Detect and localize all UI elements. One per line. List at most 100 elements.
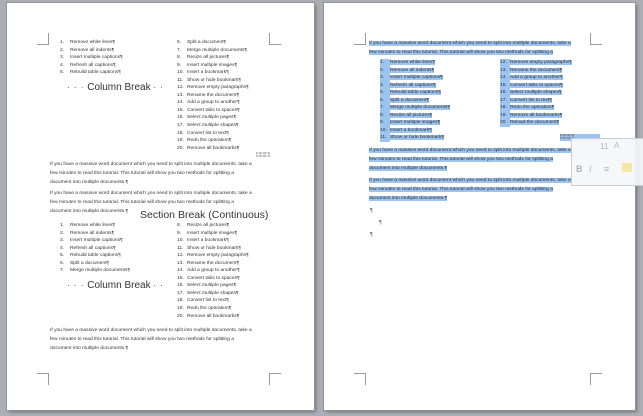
list-item[interactable]: 19. Redo the operation¶ bbox=[177, 305, 249, 313]
list-item[interactable]: 15. Convert tabs to spaces¶ bbox=[500, 81, 572, 90]
list-item[interactable]: 20. Reload the document¶ bbox=[500, 119, 572, 127]
list-item-text: Convert tabs to spaces¶ bbox=[187, 107, 240, 113]
list-number: 15. bbox=[500, 81, 510, 90]
list-item[interactable]: 1. Remove white lines¶ bbox=[60, 222, 130, 230]
align-center-icon[interactable]: ≡ bbox=[604, 164, 609, 174]
list-item[interactable]: 6. Split a document¶ bbox=[177, 39, 249, 47]
list-item[interactable]: 13. Rename the document¶ bbox=[177, 92, 249, 100]
list-item[interactable]: 5. Rebuild table captions¶ bbox=[60, 252, 130, 260]
list-item[interactable]: 20. Remove all bookmarks¶ bbox=[177, 145, 249, 153]
list-item[interactable]: 17. Convert list to text¶ bbox=[500, 96, 572, 105]
paragraph-mark[interactable]: ¶ bbox=[379, 220, 382, 226]
list-item[interactable]: 6. Split a document¶ bbox=[380, 96, 450, 105]
list-item[interactable]: 14. Add a group to another¶ bbox=[177, 99, 249, 107]
list-item[interactable]: 19. Remove all bookmarks¶ bbox=[500, 111, 572, 120]
list-number: 3. bbox=[380, 74, 390, 82]
list-column: 1. Remove white lines¶ 2. Remove all indent… bbox=[380, 59, 450, 143]
list-item-text: Add a group to another¶ bbox=[187, 100, 240, 106]
list-item[interactable]: 20. Remove all bookmarks¶ bbox=[177, 313, 249, 321]
list-item[interactable]: 5. Rebuild table captions¶ bbox=[60, 69, 123, 77]
list-item[interactable]: 2. Remove all indents¶ bbox=[380, 66, 450, 75]
list-item[interactable]: 12. Remove empty paragraphs¶ bbox=[177, 84, 249, 92]
list-item[interactable]: 13. Rename the document¶ bbox=[177, 260, 249, 268]
list-item[interactable]: 8. Resize all pictures¶ bbox=[177, 54, 249, 62]
list-item[interactable]: 17. Select multiple shapes¶ bbox=[177, 122, 249, 130]
list-item[interactable]: 11. Show or hide bookmark¶ bbox=[177, 77, 249, 85]
list-item[interactable]: 17. Select multiple shapes¶ bbox=[177, 290, 249, 298]
list-item[interactable]: 2. Remove all indents¶ bbox=[60, 47, 123, 55]
list-item[interactable]: 9. Insert multiple images¶ bbox=[380, 119, 450, 127]
body-paragraph[interactable]: If you have a massive word document whic… bbox=[50, 160, 252, 188]
list-item[interactable]: 16. Select multiple pages¶ bbox=[177, 114, 249, 122]
list-number: 5. bbox=[380, 89, 390, 97]
paragraph-mark[interactable]: ¶ bbox=[370, 232, 373, 238]
list-item[interactable]: 10. Insert a bookmark¶ bbox=[380, 126, 450, 135]
list-item[interactable]: 18. Redo the operation¶ bbox=[500, 104, 572, 112]
list-item[interactable]: 6. Split a document¶ bbox=[60, 260, 130, 268]
selected-paragraph[interactable]: If you have a massive word document whic… bbox=[369, 146, 571, 174]
list-item[interactable]: 9. Insert multiple images¶ bbox=[177, 230, 249, 238]
list-item[interactable]: 14. Add a group to another¶ bbox=[500, 74, 572, 82]
crop-mark-top-right bbox=[269, 33, 281, 45]
list-item-text: Insert multiple images¶ bbox=[187, 62, 238, 68]
list-item[interactable]: 13. Rename the document¶ bbox=[500, 66, 572, 75]
document-page-1[interactable]: 1. Remove white lines¶ 2. Remove all indent… bbox=[7, 3, 314, 410]
list-item[interactable]: 8. Resize all pictures¶ bbox=[380, 111, 450, 120]
list-item[interactable]: 4. Refresh all captions¶ bbox=[60, 245, 130, 253]
list-number: 16. bbox=[177, 283, 184, 289]
list-item[interactable]: 18. Convert list to text¶ bbox=[177, 130, 249, 138]
list-item[interactable]: 1. Remove white lines¶ bbox=[60, 39, 123, 47]
list-number: 6. bbox=[177, 40, 182, 45]
list-item[interactable]: 16. Select multiple shapes¶ bbox=[500, 89, 572, 97]
list-item[interactable]: 5. Rebuild table captions¶ bbox=[380, 89, 450, 97]
selected-paragraph[interactable]: If you have a massive word document whic… bbox=[369, 39, 571, 57]
list-item[interactable]: 14. Add a group to another¶ bbox=[177, 267, 249, 275]
grow-font-icon[interactable]: A bbox=[614, 141, 619, 150]
list-item[interactable]: 10. Insert a bookmark¶ bbox=[177, 69, 249, 77]
list-item-text: Remove white lines¶ bbox=[390, 60, 436, 65]
list-item[interactable]: 8. Resize all pictures¶ bbox=[177, 222, 249, 230]
list-item[interactable]: 7. Merge multiple documents¶ bbox=[177, 47, 249, 55]
list-item-text: Convert tabs to spaces¶ bbox=[510, 82, 563, 88]
list-item-text: Merge multiple documents¶ bbox=[390, 105, 450, 111]
highlight-color-icon[interactable] bbox=[622, 163, 632, 172]
list-item[interactable]: 15. Convert tabs to spaces¶ bbox=[177, 275, 249, 283]
list-item[interactable]: 18. Convert list to text¶ bbox=[177, 297, 249, 305]
list-item[interactable]: 2. Remove all indents¶ bbox=[60, 230, 130, 238]
list-item[interactable]: 3. Insert multiple captions¶ bbox=[380, 74, 450, 82]
list-item[interactable]: 16. Select multiple pages¶ bbox=[177, 282, 249, 290]
italic-icon[interactable]: I bbox=[589, 164, 592, 174]
list-item[interactable]: 7. Merge multiple documents¶ bbox=[60, 267, 130, 275]
list-item[interactable]: 15. Convert tabs to spaces¶ bbox=[177, 107, 249, 115]
list-item[interactable]: 11. Show or hide bookmark¶ bbox=[177, 245, 249, 253]
list-item-text: Merge multiple documents¶ bbox=[70, 268, 130, 274]
list-item[interactable]: 1. Remove white lines¶ bbox=[380, 59, 450, 67]
column-break-label: Column Break bbox=[87, 82, 151, 93]
font-size-box[interactable]: 11 bbox=[600, 142, 608, 151]
list-item[interactable]: 19. Redo the operation¶ bbox=[177, 137, 249, 145]
document-page-2[interactable]: If you have a massive word document whic… bbox=[324, 3, 635, 410]
mini-formatting-toolbar[interactable]: 11 A B I ≡ bbox=[571, 138, 643, 186]
list-item[interactable]: 4. Refresh all captions¶ bbox=[380, 81, 450, 90]
list-item[interactable]: 9. Insert multiple images¶ bbox=[177, 62, 249, 70]
list-number: 4. bbox=[60, 245, 65, 251]
bold-icon[interactable]: B bbox=[576, 164, 583, 174]
paragraph-line: few minutes to read this tutorial. This … bbox=[50, 171, 234, 177]
list-item-text: Split a document¶ bbox=[390, 97, 430, 103]
list-number: 17. bbox=[500, 96, 510, 105]
body-paragraph[interactable]: If you have a massive word document whic… bbox=[50, 326, 252, 354]
list-item[interactable]: 10. Insert a bookmark¶ bbox=[177, 237, 249, 245]
list-number: 1. bbox=[60, 223, 65, 228]
list-item[interactable]: 7. Merge multiple documents¶ bbox=[380, 104, 450, 112]
selected-paragraph[interactable]: If you have a massive word document whic… bbox=[369, 176, 571, 204]
list-number: 7. bbox=[380, 104, 390, 112]
list-item[interactable]: 3. Insert multiple captions¶ bbox=[60, 54, 123, 62]
list-item[interactable]: 4. Refresh all captions¶ bbox=[60, 62, 123, 70]
list-item[interactable]: 3. Insert multiple captions¶ bbox=[60, 237, 130, 245]
list-item[interactable]: 12. Remove empty paragraphs¶ bbox=[500, 59, 572, 67]
paragraph-mark[interactable]: ¶ bbox=[370, 208, 373, 214]
list-item-text: Remove all bookmarks¶ bbox=[510, 112, 563, 118]
list-item[interactable]: 11. Show or hide bookmark¶ bbox=[380, 134, 450, 143]
list-number: 3. bbox=[60, 238, 65, 244]
list-item[interactable]: 12. Remove empty paragraphs¶ bbox=[177, 252, 249, 260]
